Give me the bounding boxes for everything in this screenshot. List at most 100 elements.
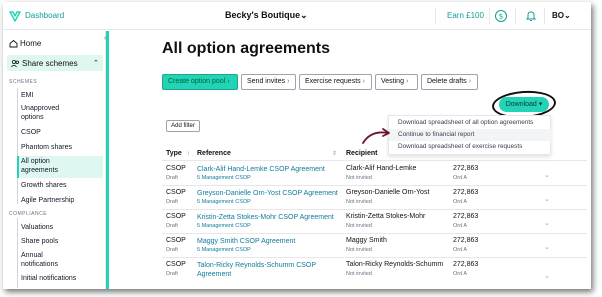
top-bar: Dashboard Becky's Boutique⌄ Earn £100 $ … <box>3 2 591 30</box>
users-icon <box>11 59 19 68</box>
user-initials: BO <box>552 11 564 20</box>
cell-recipient: Clark-Alif Hand-Lemke <box>346 165 417 172</box>
divider <box>435 8 436 24</box>
cell-invite-status: Not invited <box>346 247 372 253</box>
cell-type: CSOP <box>166 237 186 244</box>
cell-invite-status: Not invited <box>346 223 372 229</box>
cell-reference-link[interactable]: Kristin-Zetta Stokes-Mohr CSOP Agreement <box>197 213 347 222</box>
user-menu[interactable]: BO⌄ <box>552 11 571 20</box>
collapse-sidebar-icon[interactable]: ‹ <box>104 35 106 42</box>
column-label: Type <box>166 150 182 157</box>
add-filter-button[interactable]: Add filter <box>166 120 200 132</box>
vesting-button[interactable]: Vesting › <box>375 74 418 90</box>
bell-icon[interactable] <box>524 9 538 23</box>
cell-scheme-link[interactable]: 5 Management CSOP <box>197 199 251 205</box>
cell-reference-link[interactable]: Talon-Ricky Reynolds-Schumm CSOP Agreeme… <box>197 261 337 279</box>
divider <box>489 8 490 24</box>
cell-scheme-link[interactable]: 5 Management CSOP <box>197 223 251 229</box>
sidebar-item-share-schemes[interactable]: Share schemes ⌃ <box>7 55 103 71</box>
sidebar-item-valuations[interactable]: Valuations <box>21 223 103 232</box>
sidebar-accent-bar <box>106 31 109 289</box>
sidebar-item-csop[interactable]: CSOP <box>21 128 103 137</box>
cell-scheme-link[interactable]: 5 Management CSOP <box>197 247 251 253</box>
chevron-right-icon: › <box>405 78 409 85</box>
home-icon <box>9 39 18 48</box>
column-header-type[interactable]: Type ↑ <box>166 150 190 157</box>
table-row[interactable]: CSOP Draft Kristin-Zetta Stokes-Mohr CSO… <box>162 210 587 234</box>
cell-shares: 272,863 <box>453 165 479 172</box>
cell-share-class: Ord A <box>453 223 468 229</box>
sort-ascending-icon: ↑ <box>186 151 190 157</box>
tree-line <box>17 218 18 288</box>
divider <box>515 8 516 24</box>
cell-recipient: Kristin-Zetta Stokes-Mohr <box>346 213 426 220</box>
cell-status: Draft <box>166 175 178 181</box>
dashboard-link[interactable]: Dashboard <box>25 11 64 20</box>
cell-status: Draft <box>166 247 178 253</box>
cell-share-class: Ord A <box>453 175 468 181</box>
sidebar-item-initial-notifications[interactable]: Initial notifications <box>21 274 103 283</box>
chevron-down-icon[interactable]: ⌄ <box>544 195 550 203</box>
sidebar-item-annual-notifications[interactable]: Annual notifications <box>21 251 77 269</box>
create-option-pool-button[interactable]: Create option pool › <box>162 74 238 90</box>
cell-scheme-link[interactable]: 5 Management CSOP <box>197 175 251 181</box>
chevron-down-icon[interactable]: ⌄ <box>544 272 550 280</box>
table-row[interactable]: CSOP Draft Greyson-Danielle Orn-Yost CSO… <box>162 186 587 210</box>
cell-shares: 272,863 <box>453 189 479 196</box>
cell-type: CSOP <box>166 213 186 220</box>
chevron-down-icon[interactable]: ⌄ <box>544 243 550 251</box>
chevron-down-icon[interactable]: ⌄ <box>544 219 550 227</box>
cell-invite-status: Not invited <box>346 271 372 277</box>
earn-referral-link[interactable]: Earn £100 <box>447 11 484 20</box>
exercise-requests-button[interactable]: Exercise requests › <box>299 74 372 90</box>
logo-icon[interactable] <box>9 10 21 22</box>
cell-type: CSOP <box>166 189 186 196</box>
delete-drafts-button[interactable]: Delete drafts › <box>421 74 478 90</box>
tree-line <box>17 88 18 204</box>
cell-reference-link[interactable]: Greyson-Danielle Orn-Yost CSOP Agreement <box>197 189 347 198</box>
sidebar-item-all-option-agreements[interactable]: All option agreements <box>17 156 103 178</box>
sidebar-item-emi[interactable]: EMI <box>21 91 103 100</box>
sort-icon[interactable]: ⇕ <box>332 150 337 157</box>
sidebar-item-label: Share schemes <box>22 59 78 68</box>
cell-reference-link[interactable]: Clark-Alif Hand-Lemke CSOP Agreement <box>197 165 342 174</box>
column-header-recipient[interactable]: Recipient <box>346 150 378 157</box>
chevron-right-icon: › <box>287 78 290 85</box>
chevron-down-icon[interactable]: ⌄ <box>544 171 550 179</box>
chevron-down-icon: ⌄ <box>300 10 308 20</box>
button-label: Send invites <box>247 78 286 85</box>
sidebar-item-growth-shares[interactable]: Growth shares <box>21 181 103 190</box>
button-label: Delete drafts <box>427 78 467 85</box>
chevron-right-icon: › <box>362 78 365 85</box>
cell-recipient: Greyson-Danielle Orn-Yost <box>346 189 430 196</box>
send-invites-button[interactable]: Send invites › <box>241 74 296 90</box>
menu-item-download-all-agreements[interactable]: Download spreadsheet of all option agree… <box>389 117 552 129</box>
sidebar-item-agile-partnership[interactable]: Agile Partnership <box>21 196 103 205</box>
table-row[interactable]: CSOP Draft Talon-Ricky Reynolds-Schumm C… <box>162 258 587 289</box>
svg-text:$: $ <box>499 13 503 21</box>
cell-recipient: Talon-Ricky Reynolds-Schumm <box>346 261 444 268</box>
cell-invite-status: Not invited <box>346 199 372 205</box>
chevron-up-icon: ⌃ <box>93 60 99 67</box>
cell-reference-link[interactable]: Maggy Smith CSOP Agreement <box>197 237 342 246</box>
cell-status: Draft <box>166 271 178 277</box>
company-switcher[interactable]: Becky's Boutique⌄ <box>225 10 308 21</box>
divider <box>544 8 545 24</box>
sidebar-item-share-pools[interactable]: Share pools <box>21 237 103 246</box>
table-row[interactable]: CSOP Draft Maggy Smith CSOP Agreement 5 … <box>162 234 587 258</box>
section-label-compliance: COMPLIANCE <box>9 211 48 217</box>
cell-shares: 272,863 <box>453 213 479 220</box>
menu-item-continue-financial-report[interactable]: Continue to financial report <box>389 129 552 141</box>
menu-item-download-exercise-requests[interactable]: Download spreadsheet of exercise request… <box>389 141 552 153</box>
column-header-reference[interactable]: Reference <box>197 150 231 157</box>
cell-share-class: Ord A <box>453 199 468 205</box>
sidebar-item-phantom-shares[interactable]: Phantom shares <box>21 143 103 152</box>
cell-recipient: Maggy Smith <box>346 237 387 244</box>
help-icon[interactable]: $ <box>494 9 508 23</box>
sidebar-item-unapproved-options[interactable]: Unapproved options <box>21 104 83 122</box>
app-window: Dashboard Becky's Boutique⌄ Earn £100 $ … <box>3 2 591 289</box>
button-label: Vesting <box>381 78 404 85</box>
section-label-schemes: SCHEMES <box>9 79 38 85</box>
chevron-right-icon: › <box>227 78 230 85</box>
table-row[interactable]: CSOP Draft Clark-Alif Hand-Lemke CSOP Ag… <box>162 162 587 186</box>
